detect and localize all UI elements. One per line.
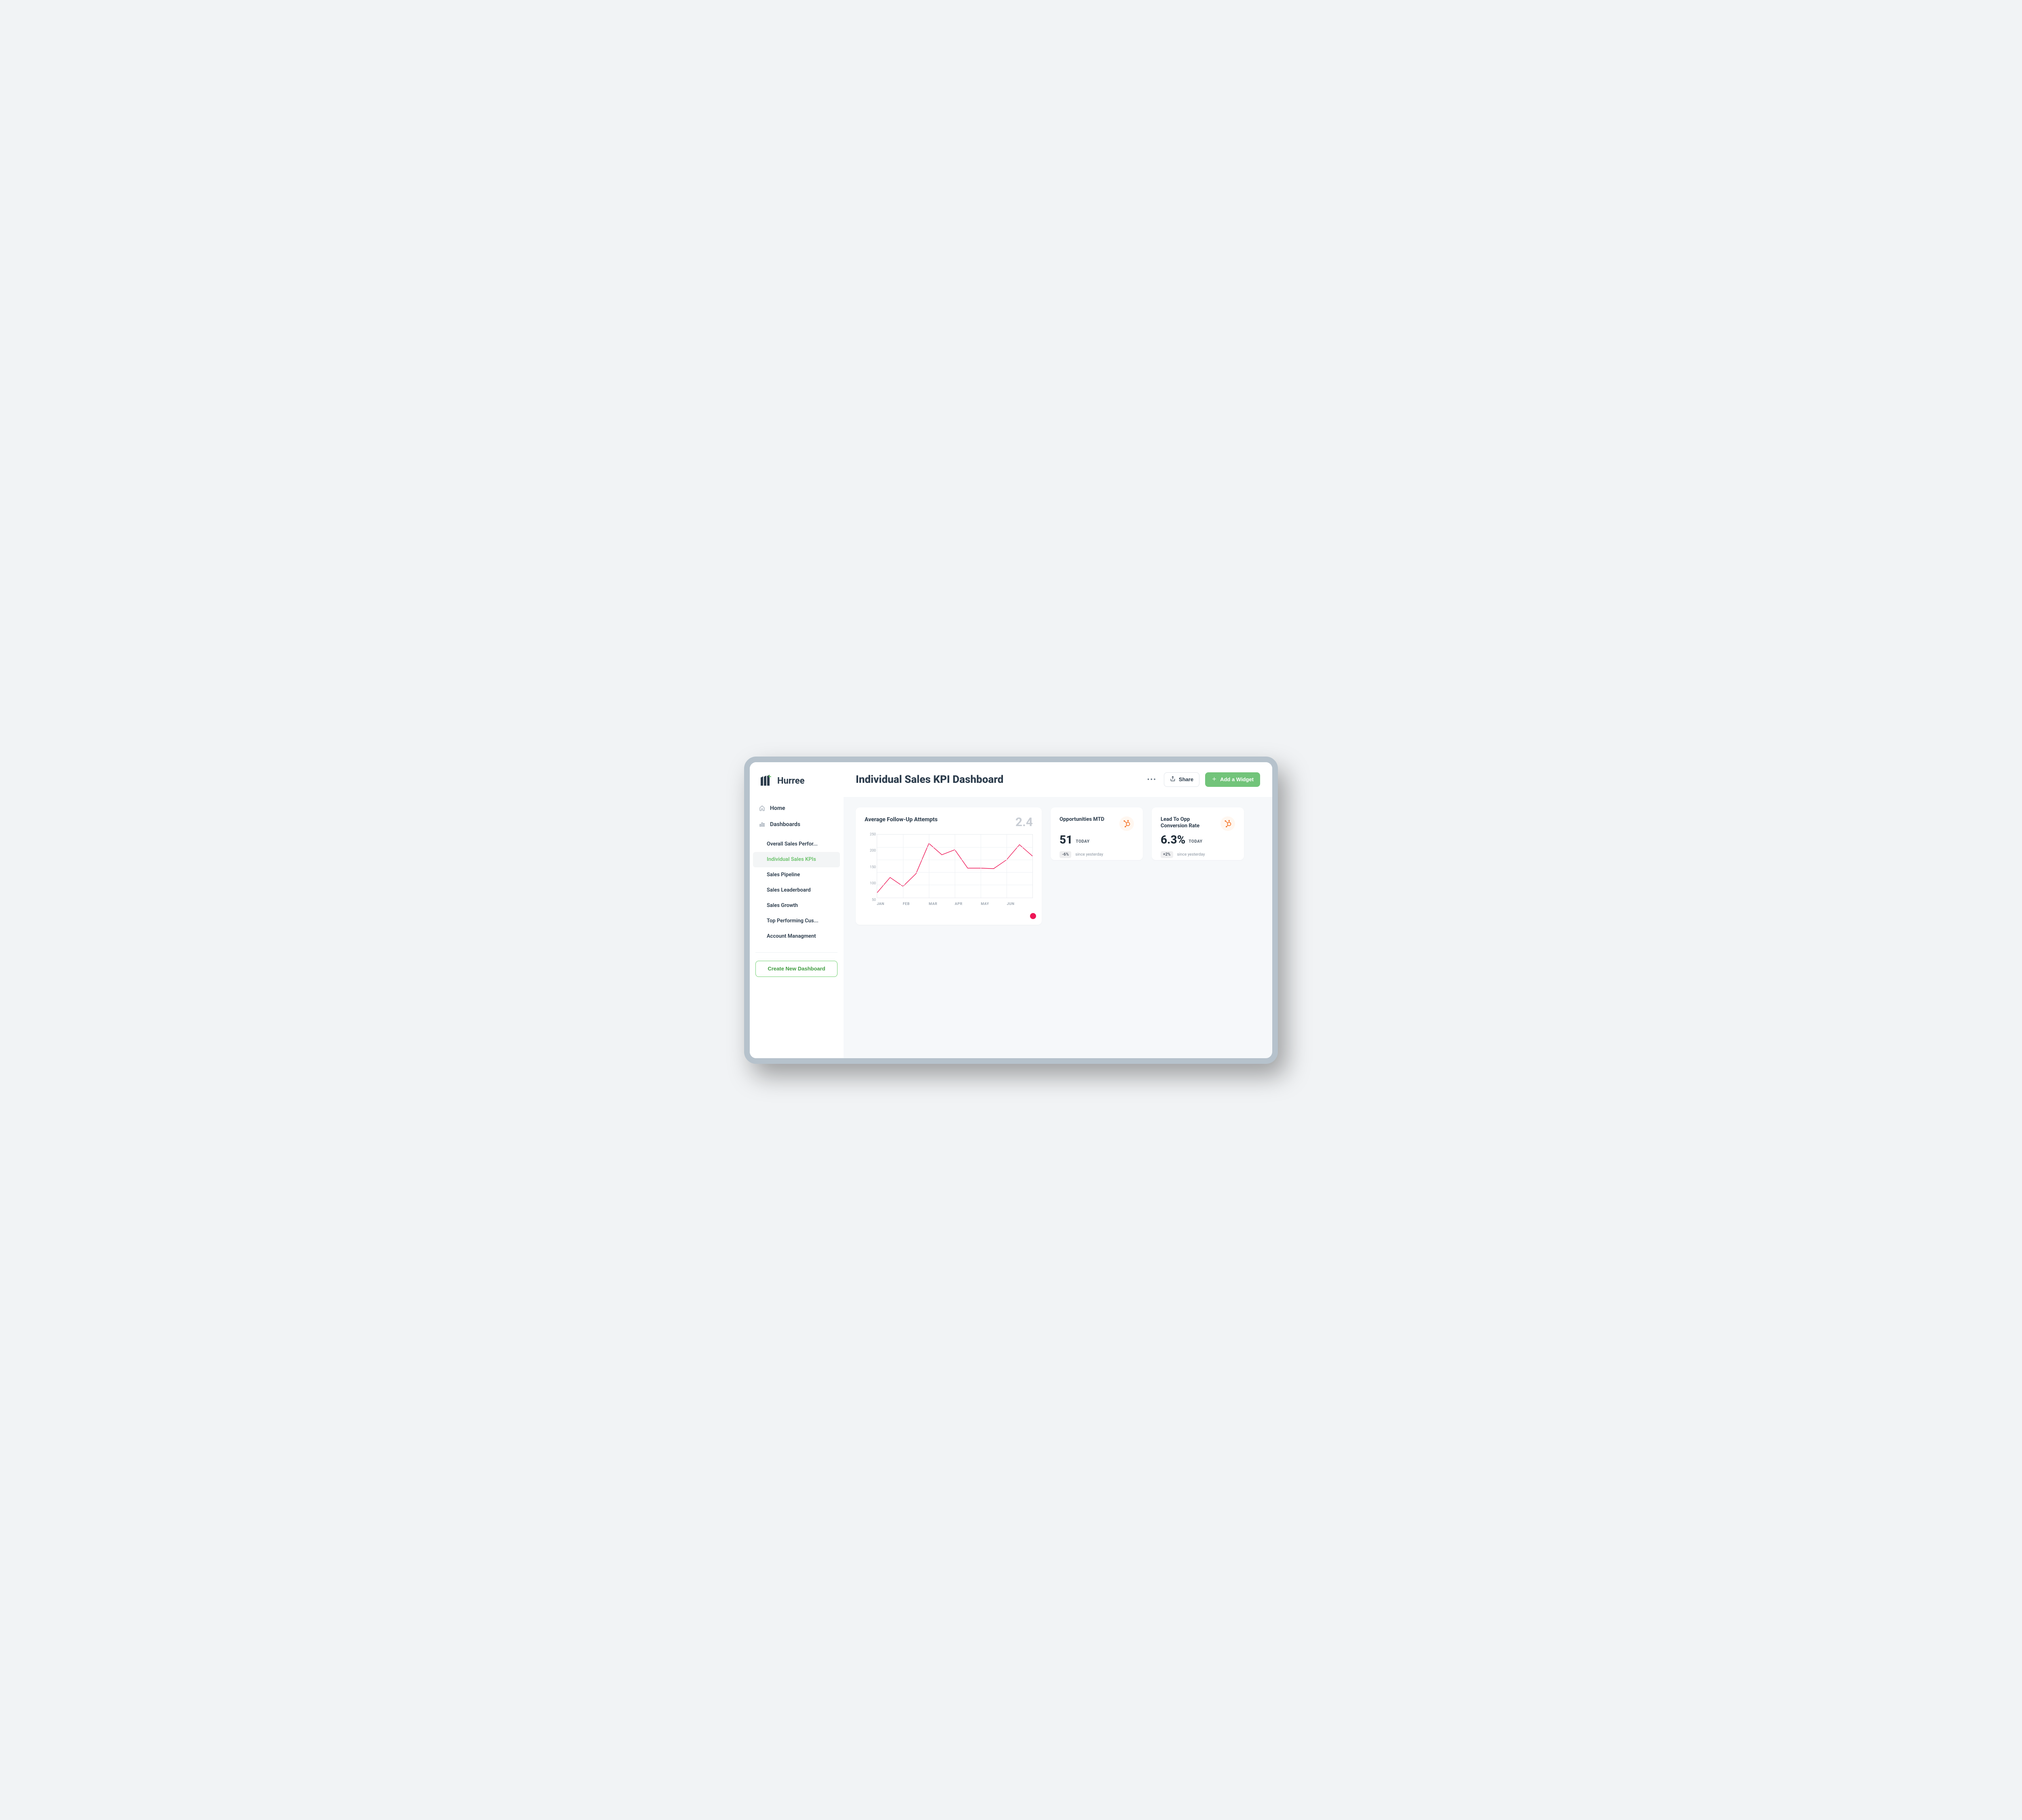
stat-title: Lead To Opp Conversion Rate	[1161, 816, 1217, 831]
chart-headline-value: 2.4	[1015, 816, 1033, 829]
sidebar-divider	[755, 952, 838, 953]
stat-delta: -6%	[1060, 851, 1071, 858]
sidebar-item-sales-leaderboard[interactable]: Sales Leaderboard	[753, 883, 840, 898]
stat-period: TODAY	[1189, 839, 1202, 844]
create-dashboard-button[interactable]: Create New Dashboard	[755, 961, 838, 977]
share-icon	[1170, 776, 1176, 783]
widget-lead-to-opp[interactable]: Lead To Opp Conversion Rate 6.3% TODAY +…	[1152, 807, 1244, 860]
device-frame: Hurree Home Dashboards Overall Sales Pe	[744, 757, 1278, 1064]
sidebar-item-individual-kpis[interactable]: Individual Sales KPIs	[753, 852, 840, 867]
more-menu-button[interactable]: •••	[1146, 773, 1158, 786]
share-button[interactable]: Share	[1164, 772, 1199, 787]
nav-home[interactable]: Home	[753, 800, 840, 816]
bars-icon	[759, 821, 765, 828]
brand-name: Hurree	[777, 776, 805, 786]
sidebar-item-top-customers[interactable]: Top Performing Cus...	[753, 913, 840, 929]
primary-nav: Home Dashboards Overall Sales Perfor... …	[750, 800, 843, 944]
chart-body: 25020015010050 JANFEBMARAPRMAYJUN	[865, 833, 1033, 909]
chart-header: Average Follow-Up Attempts 2.4	[865, 816, 1033, 829]
stat-delta: +2%	[1161, 851, 1173, 858]
stat-title: Opportunities MTD	[1060, 816, 1104, 831]
chart-plot-area	[877, 834, 1033, 898]
sidebar-item-account-mgmt[interactable]: Account Managment	[753, 929, 840, 944]
sidebar-item-sales-pipeline[interactable]: Sales Pipeline	[753, 867, 840, 883]
stat-value: 6.3%	[1161, 834, 1185, 846]
nav-home-label: Home	[770, 805, 785, 812]
sidebar: Hurree Home Dashboards Overall Sales Pe	[750, 762, 844, 1058]
stat-period: TODAY	[1076, 839, 1089, 844]
main-area: Individual Sales KPI Dashboard ••• Share	[844, 762, 1272, 1058]
sidebar-item-sales-growth[interactable]: Sales Growth	[753, 898, 840, 913]
dots-icon: •••	[1147, 776, 1157, 783]
dashboards-sublist: Overall Sales Perfor... Individual Sales…	[753, 837, 840, 944]
app-root: Hurree Home Dashboards Overall Sales Pe	[750, 762, 1272, 1058]
hubspot-icon	[1119, 816, 1134, 831]
chart-x-axis: JANFEBMARAPRMAYJUN	[877, 902, 1033, 906]
plus-icon	[1212, 776, 1217, 783]
home-icon	[759, 805, 765, 812]
widget-opportunities-mtd[interactable]: Opportunities MTD 51 TODAY -6% since yes…	[1051, 807, 1143, 860]
nav-dashboards-label: Dashboards	[770, 821, 800, 828]
widget-followup-chart[interactable]: Average Follow-Up Attempts 2.4 250200150…	[856, 807, 1042, 925]
page-title: Individual Sales KPI Dashboard	[856, 774, 1003, 786]
add-widget-button[interactable]: Add a Widget	[1205, 772, 1260, 787]
chart-title: Average Follow-Up Attempts	[865, 816, 937, 823]
topbar-actions: ••• Share Add a Widget	[1146, 772, 1260, 787]
content: Average Follow-Up Attempts 2.4 250200150…	[844, 797, 1272, 935]
stat-since: since yesterday	[1075, 852, 1103, 857]
chart-y-axis: 25020015010050	[865, 833, 876, 902]
chart-legend-dot-icon	[1030, 913, 1036, 919]
stat-value: 51	[1060, 834, 1072, 846]
stat-since: since yesterday	[1177, 852, 1205, 857]
nav-dashboards[interactable]: Dashboards	[753, 816, 840, 833]
sidebar-item-overall-sales[interactable]: Overall Sales Perfor...	[753, 837, 840, 852]
topbar: Individual Sales KPI Dashboard ••• Share	[844, 762, 1272, 797]
share-label: Share	[1179, 776, 1193, 782]
brand-mark-icon	[759, 774, 773, 789]
add-widget-label: Add a Widget	[1220, 776, 1254, 782]
brand-logo[interactable]: Hurree	[750, 770, 843, 800]
hubspot-icon	[1220, 816, 1235, 831]
